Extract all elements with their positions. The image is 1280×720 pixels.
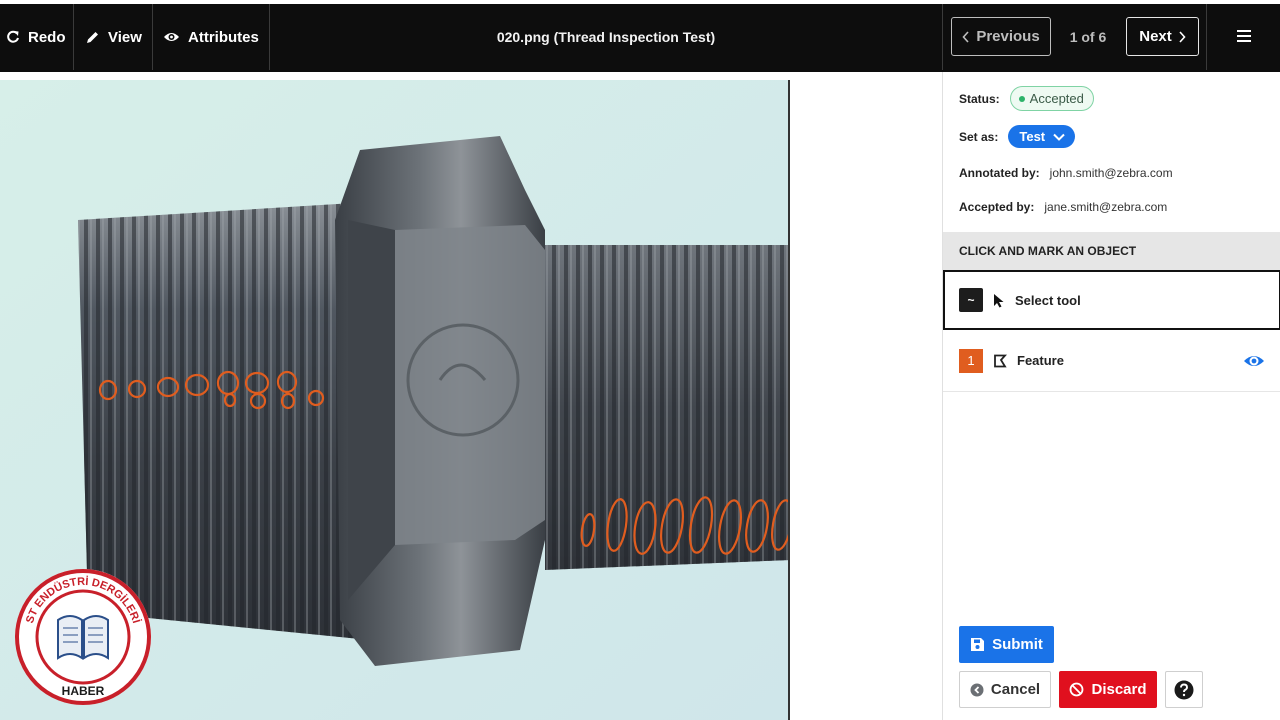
page-counter: 1 of 6 — [1069, 28, 1107, 45]
chevron-left-icon — [962, 30, 969, 43]
annotated-by-value: john.smith@zebra.com — [1049, 166, 1173, 180]
annotation-canvas[interactable]: ST ENDÜSTRİ DERGİLERİ HABER — [0, 72, 942, 720]
view-label: View — [108, 28, 142, 46]
submit-label: Submit — [992, 636, 1043, 653]
feature-item[interactable]: 1 Feature — [943, 330, 1280, 392]
eye-icon — [164, 33, 179, 41]
status-value: Accepted — [1029, 91, 1084, 106]
next-label: Next — [1139, 28, 1172, 45]
annotated-by-row: Annotated by: john.smith@zebra.com — [959, 166, 1173, 180]
toolbar-divider — [942, 4, 943, 70]
select-tool-label: Select tool — [1015, 292, 1081, 308]
feature-number: 1 — [959, 348, 983, 373]
previous-label: Previous — [976, 28, 1040, 45]
set-as-row: Set as: Test — [959, 125, 1076, 148]
hamburger-icon — [1237, 30, 1251, 42]
shortcut-key: ~ — [959, 288, 983, 312]
pencil-icon — [87, 31, 98, 43]
logo-bottom-text: HABER — [62, 684, 105, 698]
visibility-eye-icon[interactable] — [1243, 350, 1265, 372]
fitting-photo: ST ENDÜSTRİ DERGİLERİ HABER — [0, 80, 788, 720]
inspection-image[interactable]: ST ENDÜSTRİ DERGİLERİ HABER — [0, 80, 790, 720]
chevron-right-icon — [1179, 30, 1186, 43]
redo-button[interactable]: Redo — [6, 4, 66, 70]
toolbar-divider — [1206, 4, 1207, 70]
select-tool[interactable]: ~ Select tool — [943, 270, 1280, 330]
feature-label: Feature — [1017, 353, 1064, 368]
view-button[interactable]: View — [85, 4, 142, 70]
cancel-button[interactable]: Cancel — [959, 671, 1051, 708]
book-icon — [57, 615, 109, 660]
next-button[interactable]: Next — [1126, 17, 1199, 56]
top-toolbar: Redo View Attributes 020.png (Thread Ins… — [0, 0, 1280, 72]
toolbar-divider — [152, 4, 153, 70]
help-button[interactable] — [1165, 671, 1203, 708]
toolbar-divider — [73, 4, 74, 70]
discard-button[interactable]: Discard — [1059, 671, 1157, 708]
redo-icon — [7, 30, 19, 43]
accepted-by-row: Accepted by: jane.smith@zebra.com — [959, 200, 1167, 214]
set-as-value: Test — [1019, 129, 1046, 144]
cancel-circle-icon — [970, 683, 984, 696]
submit-button[interactable]: Submit — [959, 626, 1054, 663]
attributes-label: Attributes — [188, 28, 259, 46]
set-as-label: Set as: — [959, 129, 999, 144]
cancel-label: Cancel — [990, 681, 1041, 698]
haber-logo: ST ENDÜSTRİ DERGİLERİ HABER — [15, 569, 151, 705]
menu-button[interactable] — [1222, 16, 1266, 56]
section-header: CLICK AND MARK AN OBJECT — [943, 232, 1280, 270]
ban-icon — [1070, 682, 1084, 697]
accepted-by-label: Accepted by: — [959, 200, 1035, 214]
status-row: Status: Accepted — [959, 86, 1094, 111]
status-badge: Accepted — [1009, 86, 1094, 111]
status-dot-icon — [1018, 95, 1025, 102]
help-icon — [1174, 680, 1194, 699]
document-title: 020.png (Thread Inspection Test) — [496, 29, 716, 45]
set-as-dropdown[interactable]: Test — [1008, 125, 1076, 148]
previous-button[interactable]: Previous — [951, 17, 1051, 56]
accepted-by-value: jane.smith@zebra.com — [1044, 200, 1168, 214]
status-label: Status: — [959, 91, 1000, 106]
cursor-icon — [994, 293, 1004, 307]
save-icon — [971, 638, 985, 651]
attributes-button[interactable]: Attributes — [163, 4, 259, 70]
annotation-app: Redo View Attributes 020.png (Thread Ins… — [0, 0, 1280, 720]
discard-label: Discard — [1091, 681, 1147, 698]
properties-panel: Status: Accepted Set as: Test Annotated … — [942, 72, 1280, 720]
redo-label: Redo — [28, 28, 66, 46]
polygon-icon — [994, 354, 1007, 367]
chevron-down-icon — [1053, 133, 1065, 141]
annotated-by-label: Annotated by: — [959, 166, 1040, 180]
